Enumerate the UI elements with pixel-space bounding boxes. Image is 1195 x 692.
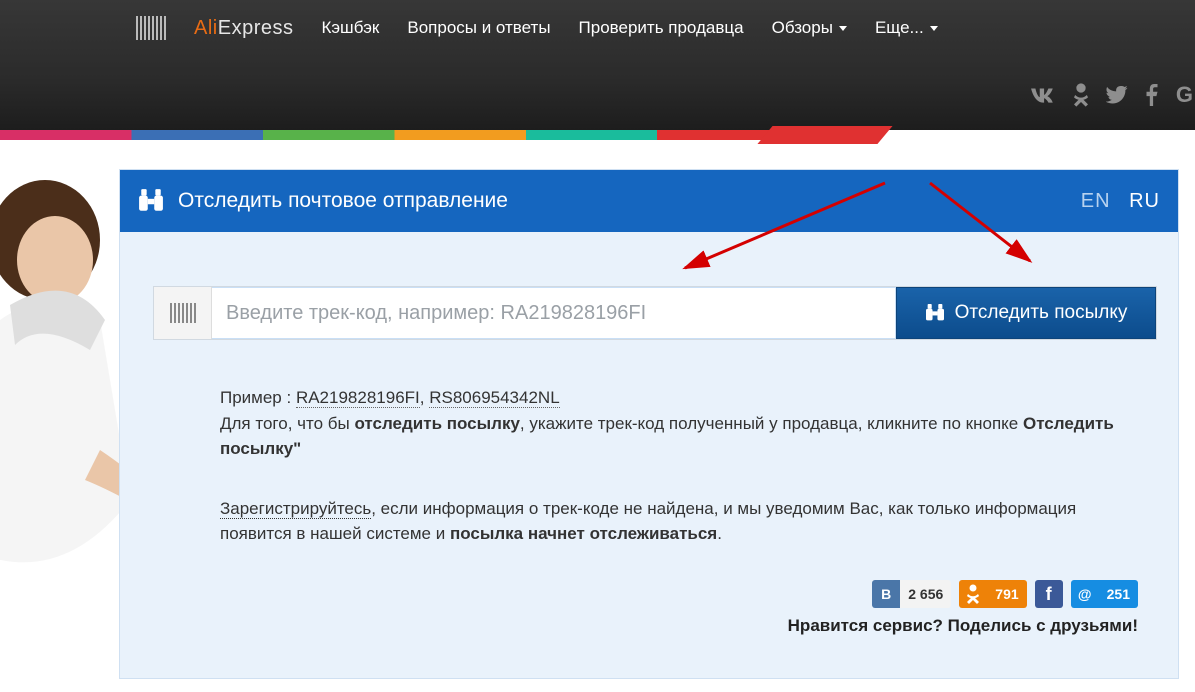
twitter-icon[interactable] <box>1106 86 1128 104</box>
lang-ru[interactable]: RU <box>1129 190 1160 212</box>
barcode-icon <box>136 16 166 40</box>
logo[interactable]: AliExpress <box>194 17 293 40</box>
example-code-1[interactable]: RA219828196FI <box>296 388 420 408</box>
barcode-icon <box>170 303 196 323</box>
google-icon[interactable]: G <box>1176 82 1193 108</box>
chevron-down-icon <box>930 26 938 31</box>
binoculars-icon <box>138 189 164 213</box>
track-code-input[interactable] <box>212 287 896 339</box>
search-row: Отследить посылку <box>154 287 1156 339</box>
nav-more[interactable]: Еще... <box>875 18 938 38</box>
logo-part-a: Ali <box>194 17 218 39</box>
top-nav: AliExpress Кэшбэк Вопросы и ответы Прове… <box>0 0 1195 130</box>
rainbow-divider <box>0 130 1195 140</box>
mailru-icon: @ <box>1071 580 1099 608</box>
nav-more-label: Еще... <box>875 18 924 38</box>
example-code-2[interactable]: RS806954342NL <box>429 388 559 408</box>
chevron-down-icon <box>839 26 847 31</box>
social-bar: G <box>1030 82 1193 108</box>
example-label: Пример : <box>220 388 296 407</box>
txt: Для того, что бы <box>220 414 354 433</box>
share-mail-count: 251 <box>1099 580 1138 608</box>
ok-icon[interactable] <box>1074 83 1088 107</box>
logo-part-b: Express <box>218 17 294 39</box>
body-text: Пример : RA219828196FI, RS806954342NL Дл… <box>220 385 1138 547</box>
lang-en[interactable]: EN <box>1081 190 1111 212</box>
track-card: Отследить почтовое отправление EN RU Отс… <box>119 169 1179 679</box>
share-mail[interactable]: @ 251 <box>1071 580 1138 608</box>
share-ok-count: 791 <box>987 580 1026 608</box>
track-button[interactable]: Отследить посылку <box>896 287 1156 339</box>
example-sep: , <box>420 388 429 407</box>
facebook-icon: f <box>1035 580 1063 608</box>
nav-cashback[interactable]: Кэшбэк <box>321 18 379 38</box>
ok-icon <box>959 580 987 608</box>
share-bar: В 2 656 791 f @ 251 Нравится сервис? По <box>788 580 1138 636</box>
example-line: Пример : RA219828196FI, RS806954342NL <box>220 385 1138 411</box>
lang-switch: EN RU <box>1069 190 1160 213</box>
share-label: Нравится сервис? Поделись с друзьями! <box>788 616 1138 636</box>
txt: . <box>717 524 722 543</box>
nav-check-seller[interactable]: Проверить продавца <box>579 18 744 38</box>
register-link[interactable]: Зарегистрируйтесь <box>220 499 371 519</box>
instruction-line: Для того, что бы отследить посылку, укаж… <box>220 411 1138 462</box>
share-fb[interactable]: f <box>1035 580 1063 608</box>
track-button-label: Отследить посылку <box>955 302 1128 324</box>
share-vk[interactable]: В 2 656 <box>872 580 951 608</box>
facebook-icon[interactable] <box>1146 84 1158 106</box>
vk-icon[interactable] <box>1030 86 1056 104</box>
vk-icon: В <box>872 580 900 608</box>
card-title: Отследить почтовое отправление <box>178 189 508 213</box>
share-ok[interactable]: 791 <box>959 580 1026 608</box>
nav-reviews[interactable]: Обзоры <box>772 18 847 38</box>
nav-faq[interactable]: Вопросы и ответы <box>407 18 550 38</box>
card-header: Отследить почтовое отправление EN RU <box>120 170 1178 232</box>
txt-bold: посылка начнет отслеживаться <box>450 524 717 543</box>
register-line: Зарегистрируйтесь, если информация о тре… <box>220 496 1138 547</box>
txt-bold: отследить посылку <box>354 414 519 433</box>
barcode-prefix <box>154 287 212 339</box>
nav-reviews-label: Обзоры <box>772 18 833 38</box>
txt: , укажите трек-код полученный у продавца… <box>520 414 1023 433</box>
share-vk-count: 2 656 <box>900 580 951 608</box>
binoculars-icon <box>925 304 945 322</box>
